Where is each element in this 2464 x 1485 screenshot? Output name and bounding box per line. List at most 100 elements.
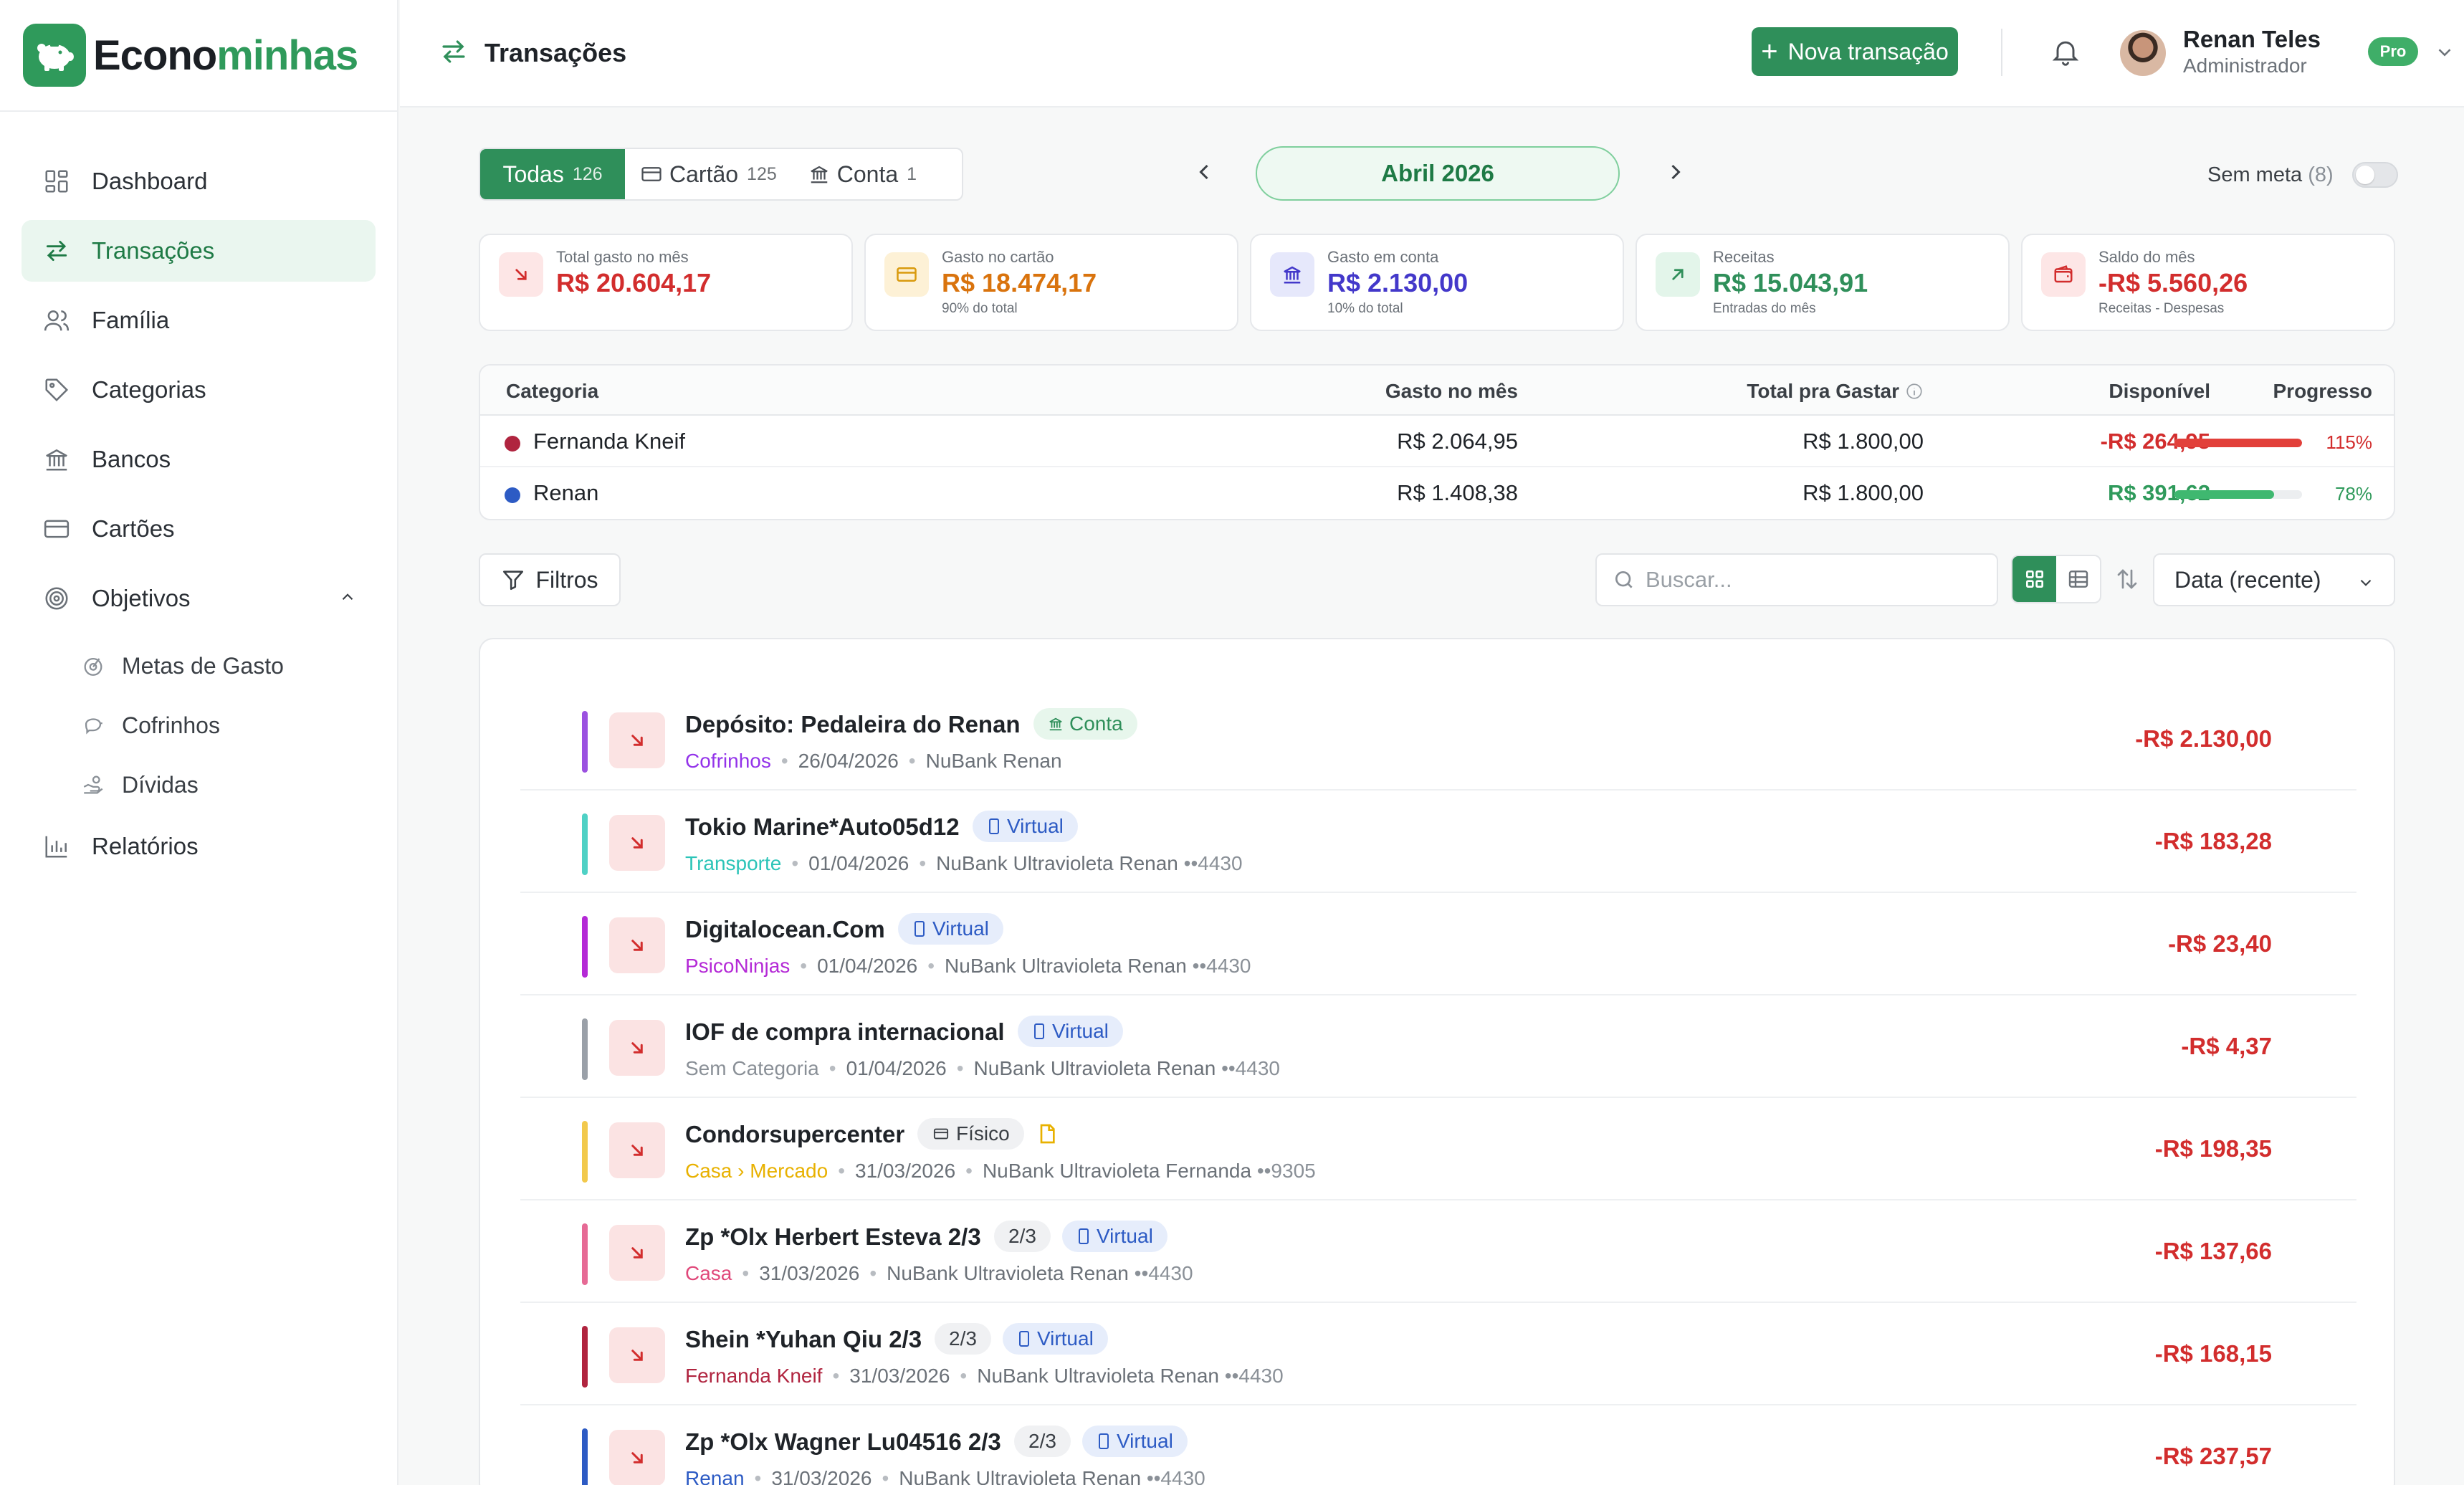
stat-value: R$ 20.604,17 xyxy=(556,268,712,297)
sort-arrows-icon[interactable] xyxy=(2114,566,2140,596)
sidebar-item-objetivos[interactable]: Objetivos xyxy=(22,568,376,629)
dashboard-icon xyxy=(40,165,73,198)
brand[interactable]: Econominhas xyxy=(0,0,397,112)
search-box[interactable] xyxy=(1595,553,1998,606)
chevron-left-icon[interactable] xyxy=(1191,159,1217,188)
transaction-row[interactable]: Depósito: Pedaleira do Renan Conta Cofrinh… xyxy=(520,688,2356,791)
chevron-up-icon[interactable] xyxy=(338,585,357,612)
transaction-amount: -R$ 23,40 xyxy=(2168,930,2272,957)
sidebar-item-cartoes[interactable]: Cartões xyxy=(22,498,376,560)
arrow-down-right-icon xyxy=(609,815,665,871)
target-icon xyxy=(40,582,73,615)
sidebar-item-categorias[interactable]: Categorias xyxy=(22,359,376,421)
sidebar-item-transacoes[interactable]: Transações xyxy=(22,220,376,282)
transaction-amount: -R$ 168,15 xyxy=(2154,1340,2272,1367)
sidebar-item-label: Transações xyxy=(92,237,215,264)
month-selector[interactable]: Abril 2026 xyxy=(1256,146,1620,201)
transaction-category[interactable]: PsicoNinjas xyxy=(685,955,790,977)
avatar[interactable] xyxy=(2120,30,2166,76)
page-title: Transações xyxy=(484,38,627,67)
phone-icon xyxy=(1078,1228,1089,1244)
transaction-meta: Casa • 31/03/2026 • NuBank Ultravioleta Rena… xyxy=(685,1262,1193,1284)
bank-icon xyxy=(40,443,73,476)
transaction-date: 31/03/2026 xyxy=(855,1160,956,1182)
arrow-down-right-icon xyxy=(609,1020,665,1076)
no-goal-toggle[interactable] xyxy=(2352,162,2398,188)
sort-select[interactable]: Data (recente) xyxy=(2153,553,2395,606)
transaction-tags: Físico xyxy=(917,1118,1059,1150)
new-transaction-button[interactable]: + Nova transação xyxy=(1752,27,1958,76)
credit-card-icon xyxy=(933,1128,949,1140)
table-row[interactable]: Fernanda Kneif R$ 2.064,95 R$ 1.800,00 -… xyxy=(480,416,2394,467)
chevron-right-icon[interactable] xyxy=(1663,159,1689,188)
transaction-category[interactable]: Transporte xyxy=(685,852,781,874)
transaction-title: Zp *Olx Wagner Lu04516 2/3 xyxy=(685,1428,1001,1455)
payment-type-badge: Físico xyxy=(917,1118,1024,1150)
transaction-category[interactable]: Cofrinhos xyxy=(685,750,771,772)
transaction-category[interactable]: Casa xyxy=(685,1262,732,1284)
sidebar-item-label: Cartões xyxy=(92,515,175,542)
arrow-up-right-icon xyxy=(1656,252,1700,297)
category-color-bar xyxy=(582,1121,588,1183)
credit-card-icon xyxy=(641,163,662,185)
info-icon[interactable] xyxy=(1905,382,1924,401)
bell-icon[interactable] xyxy=(2050,36,2081,67)
table-row[interactable]: Renan R$ 1.408,38 R$ 1.800,00 R$ 391,62 … xyxy=(480,467,2394,519)
chevron-down-icon[interactable] xyxy=(2434,42,2455,67)
transaction-row[interactable]: Zp *Olx Herbert Esteva 2/3 2/3 Virtual Casa… xyxy=(520,1200,2356,1303)
transaction-date: 01/04/2026 xyxy=(817,955,918,977)
transaction-row[interactable]: Condorsupercenter Físico Casa › Mercado • 31… xyxy=(520,1098,2356,1200)
grid-view-button[interactable] xyxy=(2012,556,2056,602)
stat-card-income: Receitas R$ 15.043,91 Entradas do mês xyxy=(1635,234,2010,331)
payment-type-badge: Virtual xyxy=(1002,1323,1108,1355)
transaction-amount: -R$ 4,37 xyxy=(2181,1033,2272,1059)
sidebar-item-cofrinhos[interactable]: Cofrinhos xyxy=(22,697,376,754)
credit-card-icon xyxy=(884,252,929,297)
transaction-row[interactable]: Digitalocean.Com Virtual PsicoNinjas • 01/04… xyxy=(520,893,2356,995)
search-input[interactable] xyxy=(1646,567,1990,593)
stat-value: R$ 15.043,91 xyxy=(1713,268,1868,297)
sidebar-item-label: Relatórios xyxy=(92,833,199,859)
table-header: Categoria Gasto no mês Total pra Gastar … xyxy=(480,366,2394,416)
credit-card-icon xyxy=(40,512,73,545)
transaction-category[interactable]: Casa › Mercado xyxy=(685,1160,828,1182)
card-last-digits: ••4430 xyxy=(1146,1467,1205,1485)
transaction-category[interactable]: Sem Categoria xyxy=(685,1057,819,1079)
category-color-bar xyxy=(582,1428,588,1485)
transaction-row[interactable]: IOF de compra internacional Virtual Sem Ca… xyxy=(520,995,2356,1098)
stat-card-total: Total gasto no mês R$ 20.604,17 xyxy=(479,234,853,331)
sidebar-item-dividas[interactable]: Dívidas xyxy=(22,756,376,813)
phone-icon xyxy=(915,921,925,937)
tab-conta[interactable]: Conta 1 xyxy=(793,149,932,199)
bank-icon xyxy=(1270,252,1314,297)
sidebar-item-bancos[interactable]: Bancos xyxy=(22,429,376,490)
goal-gauge-icon xyxy=(79,651,108,680)
sidebar-item-dashboard[interactable]: Dashboard xyxy=(22,151,376,212)
transaction-meta: Transporte • 01/04/2026 • NuBank Ultraviolet… xyxy=(685,852,1243,874)
sidebar-item-relatorios[interactable]: Relatórios xyxy=(22,816,376,877)
transaction-row[interactable]: Tokio Marine*Auto05d12 Virtual Transporte •… xyxy=(520,791,2356,893)
table-view-button[interactable] xyxy=(2056,556,2100,602)
tab-todas[interactable]: Todas 126 xyxy=(480,149,625,199)
receipt-icon[interactable] xyxy=(1036,1122,1059,1145)
brand-name: Econominhas xyxy=(93,32,358,79)
sidebar-item-metas-de-gasto[interactable]: Metas de Gasto xyxy=(22,637,376,694)
transaction-account: NuBank Ultravioleta Renan xyxy=(973,1057,1216,1079)
transaction-tags: Virtual xyxy=(1018,1016,1135,1047)
table-icon xyxy=(2068,570,2088,588)
transaction-category[interactable]: Fernanda Kneif xyxy=(685,1365,822,1387)
transaction-row[interactable]: Shein *Yuhan Qiu 2/3 2/3 Virtual Fernanda K… xyxy=(520,1303,2356,1405)
filters-button[interactable]: Filtros xyxy=(479,553,621,606)
sidebar-item-familia[interactable]: Família xyxy=(22,290,376,351)
transaction-category[interactable]: Renan xyxy=(685,1467,745,1485)
stat-card-balance: Saldo do mês -R$ 5.560,26 Receitas - Des… xyxy=(2021,234,2395,331)
tab-cartao[interactable]: Cartão 125 xyxy=(625,149,793,199)
category-color-bar xyxy=(582,1223,588,1285)
sidebar-item-label: Objetivos xyxy=(92,585,191,611)
transaction-amount: -R$ 137,66 xyxy=(2154,1238,2272,1264)
arrow-down-right-icon xyxy=(499,252,543,297)
payment-type-badge: Conta xyxy=(1033,708,1137,740)
transaction-meta: Fernanda Kneif • 31/03/2026 • NuBank Ultravi… xyxy=(685,1365,1284,1387)
payment-type-badge: Virtual xyxy=(1081,1426,1188,1457)
transaction-row[interactable]: Zp *Olx Wagner Lu04516 2/3 2/3 Virtual Rena… xyxy=(520,1405,2356,1485)
